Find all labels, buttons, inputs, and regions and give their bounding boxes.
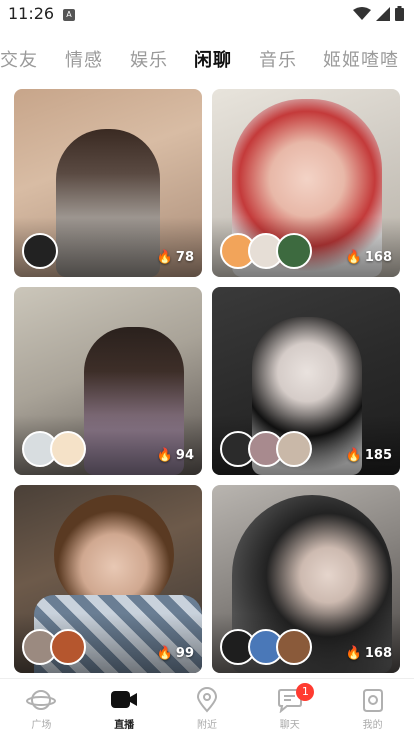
- nav-item-zhibo[interactable]: 直播: [83, 679, 166, 736]
- tab-yinyue[interactable]: 音乐: [259, 46, 297, 72]
- live-room-card[interactable]: 🔥 94: [14, 287, 202, 475]
- profile-icon: [362, 689, 383, 712]
- viewer-count: 🔥 185: [346, 448, 392, 463]
- nav-item-guangchang[interactable]: 广场: [0, 679, 83, 736]
- viewer-count-value: 99: [175, 646, 194, 661]
- planet-icon: [26, 690, 57, 710]
- unread-badge: 1: [296, 683, 315, 701]
- status-bar: 11:26 A: [0, 0, 414, 30]
- flame-icon: 🔥: [156, 448, 173, 463]
- signal-icon: [376, 6, 390, 21]
- avatar: [50, 431, 86, 467]
- viewer-count: 🔥 168: [346, 646, 392, 661]
- notification-a-icon: A: [63, 9, 75, 21]
- battery-icon: [395, 6, 404, 21]
- host-avatars: [22, 233, 58, 269]
- tab-xianliao[interactable]: 闲聊: [194, 46, 232, 72]
- avatar: [22, 233, 58, 269]
- live-room-card[interactable]: 🔥 168: [212, 89, 400, 277]
- host-avatars: [22, 431, 86, 467]
- live-room-card[interactable]: 🔥 78: [14, 89, 202, 277]
- nav-item-wode[interactable]: 我的: [331, 679, 414, 736]
- viewer-count: 🔥 94: [157, 448, 194, 463]
- status-icons: [353, 6, 404, 21]
- viewer-count: 🔥 99: [157, 646, 194, 661]
- nav-item-liaotian[interactable]: 1 聊天: [248, 679, 331, 736]
- wifi-icon: [353, 6, 371, 20]
- nav-label: 聊天: [279, 720, 300, 731]
- video-camera-icon: [111, 691, 138, 708]
- live-room-card[interactable]: 🔥 168: [212, 485, 400, 673]
- nav-label: 广场: [31, 720, 52, 731]
- viewer-count-value: 185: [364, 448, 392, 463]
- host-avatars: [220, 233, 312, 269]
- tab-qinggan[interactable]: 情感: [65, 46, 103, 72]
- avatar: [276, 629, 312, 665]
- location-pin-icon: [196, 687, 217, 713]
- flame-icon: 🔥: [156, 646, 173, 661]
- host-avatars: [22, 629, 86, 665]
- viewer-count-value: 94: [175, 448, 194, 463]
- flame-icon: 🔥: [156, 250, 173, 265]
- flame-icon: 🔥: [345, 448, 362, 463]
- host-avatars: [220, 629, 312, 665]
- live-room-card[interactable]: 🔥 185: [212, 287, 400, 475]
- nav-label: 直播: [114, 720, 135, 731]
- avatar: [276, 431, 312, 467]
- tab-yule[interactable]: 娱乐: [130, 46, 168, 72]
- tab-jiaoyou[interactable]: 交友: [0, 46, 38, 72]
- avatar: [276, 233, 312, 269]
- flame-icon: 🔥: [345, 250, 362, 265]
- viewer-count-value: 168: [364, 646, 392, 661]
- nav-item-fujin[interactable]: 附近: [166, 679, 249, 736]
- viewer-count-value: 168: [364, 250, 392, 265]
- viewer-count: 🔥 168: [346, 250, 392, 265]
- host-avatars: [220, 431, 312, 467]
- flame-icon: 🔥: [345, 646, 362, 661]
- tab-jijizhazha[interactable]: 姬姬喳喳: [323, 46, 399, 72]
- viewer-count-value: 78: [175, 250, 194, 265]
- category-tabs: 交友 情感 娱乐 闲聊 音乐 姬姬喳喳: [0, 40, 414, 78]
- nav-label: 附近: [196, 720, 217, 731]
- status-time: 11:26: [8, 4, 55, 23]
- bottom-nav: 广场 直播 附近 1 聊天 我的: [0, 678, 414, 736]
- viewer-count: 🔥 78: [157, 250, 194, 265]
- avatar: [50, 629, 86, 665]
- nav-label: 我的: [362, 720, 383, 731]
- live-room-card[interactable]: 🔥 99: [14, 485, 202, 673]
